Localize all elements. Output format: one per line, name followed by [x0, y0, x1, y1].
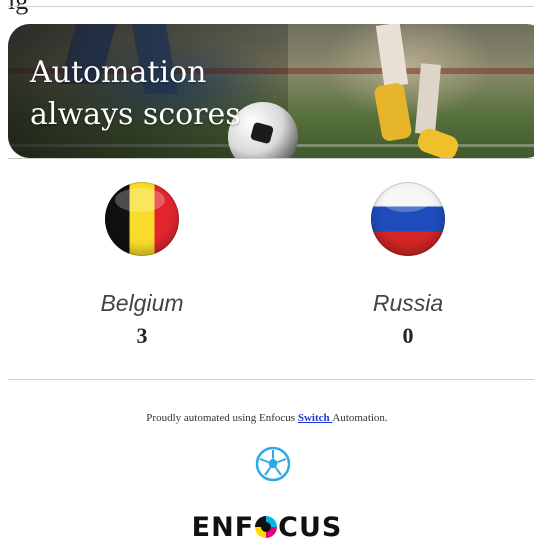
team-score: 0 [402, 323, 414, 348]
header-partial-title: ig [8, 0, 29, 15]
footer-prefix: Proudly automated using Enfocus [146, 412, 298, 424]
team-home: Belgium 3 [42, 182, 242, 349]
team-name: Belgium [100, 290, 184, 316]
russia-flag-icon [371, 182, 445, 256]
footer-suffix: Automation. [332, 412, 388, 424]
banner-divider [8, 158, 534, 159]
enfocus-logo-o-icon [255, 516, 278, 538]
top-divider [8, 6, 534, 7]
banner-line-2: always scores [30, 97, 241, 132]
soccer-ball-icon [255, 446, 291, 482]
score-divider [8, 379, 534, 380]
yellow-boot [373, 81, 413, 143]
footer-credit: Proudly automated using Enfocus Switch A… [0, 412, 534, 424]
enfocus-logo: ENF CUS [191, 512, 343, 543]
team-score: 3 [136, 323, 148, 348]
hero-banner: Automation always scores [8, 24, 534, 158]
belgium-flag-icon [105, 182, 179, 256]
banner-headline: Automation always scores [30, 52, 241, 136]
banner-line-1: Automation [30, 55, 207, 90]
team-name: Russia [372, 290, 444, 316]
switch-link[interactable]: Switch [298, 412, 333, 424]
team-away: Russia 0 [308, 182, 508, 349]
